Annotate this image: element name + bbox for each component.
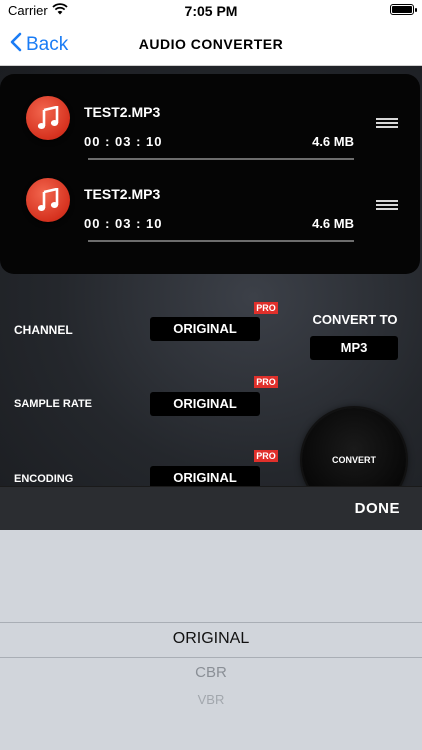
file-name: TEST2.MP3 (84, 104, 161, 120)
file-duration: 00 : 03 : 10 (84, 216, 163, 231)
file-list: TEST2.MP3 00 : 03 : 10 4.6 MB TEST2.MP3 … (0, 74, 420, 274)
file-progress-line (88, 240, 354, 242)
music-note-icon (26, 96, 70, 140)
file-item[interactable]: TEST2.MP3 00 : 03 : 10 4.6 MB (0, 74, 420, 160)
sample-rate-pro-badge: PRO (254, 376, 278, 388)
channel-select[interactable]: ORIGINAL (150, 317, 260, 341)
status-bar: Carrier 7:05 PM (0, 0, 422, 22)
file-size: 4.6 MB (312, 216, 354, 231)
encoding-picker[interactable]: ORIGINAL CBR VBR (0, 530, 422, 750)
file-item[interactable]: TEST2.MP3 00 : 03 : 10 4.6 MB (0, 156, 420, 242)
music-note-icon (26, 178, 70, 222)
picker-option-vbr[interactable]: VBR (0, 692, 422, 707)
channel-label: CHANNEL (14, 323, 73, 337)
reorder-handle-icon[interactable] (376, 118, 398, 128)
encoding-label: ENCODING (14, 473, 74, 485)
sample-rate-label: SAMPLE RATE (14, 398, 93, 410)
sample-rate-select[interactable]: ORIGINAL (150, 392, 260, 416)
encoding-pro-badge: PRO (254, 450, 278, 462)
picker-toolbar: DONE (0, 486, 422, 530)
convert-to-label: CONVERT TO (312, 312, 398, 327)
navigation-bar: Back AUDIO CONVERTER (0, 22, 422, 66)
reorder-handle-icon[interactable] (376, 200, 398, 210)
file-name: TEST2.MP3 (84, 186, 161, 202)
output-format-select[interactable]: MP3 (310, 336, 398, 360)
page-title: AUDIO CONVERTER (138, 36, 284, 52)
clock: 7:05 PM (184, 3, 238, 19)
channel-pro-badge: PRO (254, 302, 278, 314)
done-button[interactable]: DONE (355, 500, 400, 517)
picker-option-cbr[interactable]: CBR (0, 664, 422, 681)
file-size: 4.6 MB (312, 134, 354, 149)
battery-icon (390, 4, 417, 15)
file-duration: 00 : 03 : 10 (84, 134, 163, 149)
picker-option-original[interactable]: ORIGINAL (0, 630, 422, 648)
